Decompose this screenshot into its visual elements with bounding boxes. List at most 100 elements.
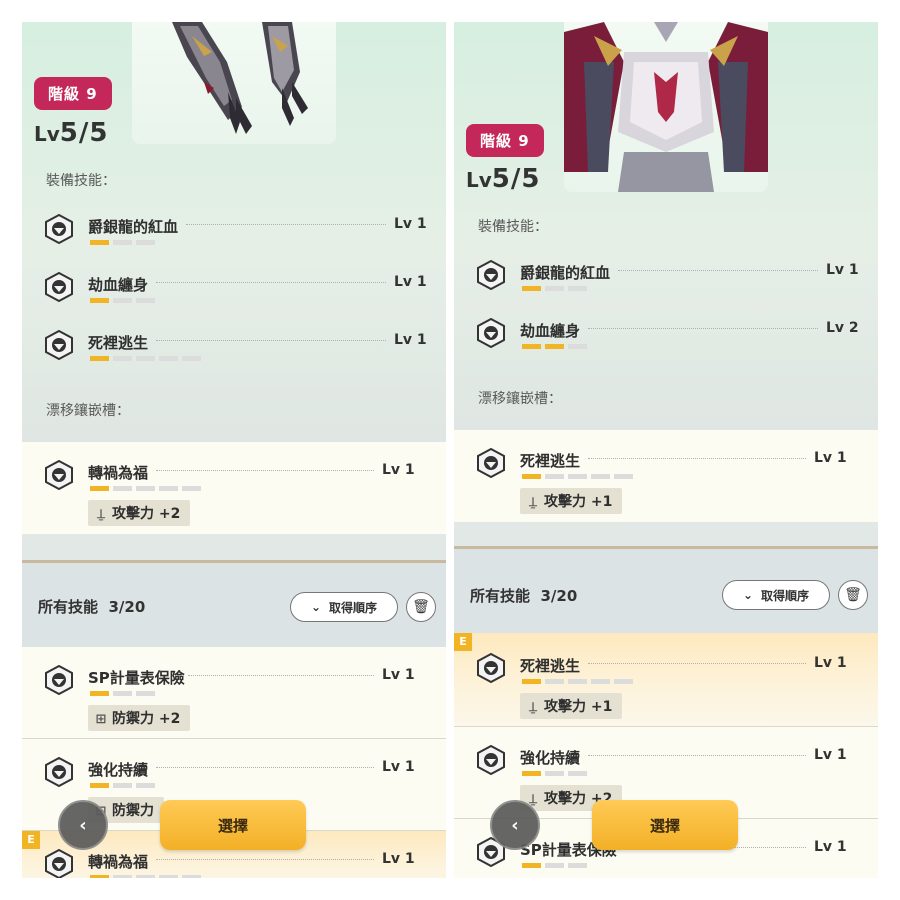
skill-emblem-icon (477, 745, 505, 775)
leader-dots (156, 282, 386, 283)
skill-emblem-icon (45, 665, 73, 695)
sort-order-button[interactable]: ⌄ 取得順序 (290, 592, 398, 622)
leader-dots (156, 340, 386, 341)
all-skills-label: 所有技能 (470, 587, 531, 605)
bonus-text: 防禦力 (112, 803, 154, 819)
skill-row: SP計量表保險 Lv 1 (22, 663, 446, 719)
skill-row: 死裡逃生 Lv 1 (454, 651, 878, 707)
level-prefix: Lv (466, 168, 492, 192)
level-value: 5/5 (491, 164, 541, 194)
back-button[interactable]: ‹ (490, 800, 540, 850)
skill-level: Lv 1 (382, 462, 415, 478)
trash-icon: 🗑 (412, 599, 430, 615)
equipped-badge: E (454, 633, 472, 651)
skill-level-bars (522, 474, 633, 479)
skill-level-bars (90, 356, 201, 361)
level-prefix: Lv (34, 122, 60, 146)
equipment-image-armor (564, 22, 768, 192)
stat-bonus-chip: ⍊ 攻擊力 +1 (520, 488, 623, 514)
skill-name: 轉禍為福 (88, 464, 149, 482)
leader-dots (618, 270, 818, 271)
delete-button[interactable]: 🗑 (406, 592, 436, 622)
skill-emblem-icon (45, 214, 73, 244)
leader-dots (156, 767, 374, 768)
sword-icon: ⍊ (529, 495, 537, 510)
skill-emblem-icon (45, 757, 73, 787)
skill-emblem-icon (45, 330, 73, 360)
skill-emblem-icon (45, 460, 73, 490)
bonus-text: 攻擊力 +1 (544, 699, 613, 715)
skill-level: Lv 1 (382, 667, 415, 683)
leader-dots (588, 458, 806, 459)
equip-skill-row[interactable]: 爵銀龍的紅血 Lv 1 (454, 258, 878, 314)
skill-name: 轉禍為福 (88, 853, 149, 871)
skill-level-bars (90, 486, 201, 491)
skill-level-bars (522, 344, 587, 349)
skill-list-item-equipped[interactable]: E 死裡逃生 Lv 1 ⍊ 攻擊力 +1 (454, 633, 878, 727)
delete-button[interactable]: 🗑 (838, 580, 868, 610)
skill-row: 強化持續 Lv 1 (454, 743, 878, 799)
equipment-image-gauntlets (132, 22, 336, 144)
drift-skill-row[interactable]: 死裡逃生 Lv 1 (454, 446, 878, 502)
drift-slot-section: 轉禍為福 Lv 1 ⍊ 攻擊力 +2 (22, 442, 446, 534)
skill-name: 劫血纏身 (520, 322, 581, 340)
leader-dots (588, 663, 806, 664)
stat-bonus-chip: ⍊ 攻擊力 +1 (520, 693, 623, 719)
skill-level: Lv 1 (814, 450, 847, 466)
chevron-down-icon: ⌄ (310, 600, 322, 614)
skill-level: Lv 1 (394, 216, 427, 232)
leader-dots (186, 224, 386, 225)
skill-level-bars (90, 691, 155, 696)
skill-level: Lv 1 (814, 839, 847, 855)
skill-emblem-icon (477, 318, 505, 348)
skill-name: 爵銀龍的紅血 (88, 218, 179, 236)
skill-level-bars (90, 783, 155, 788)
select-button[interactable]: 選擇 (592, 800, 738, 850)
skill-level: Lv 1 (394, 274, 427, 290)
drift-skill-row[interactable]: 轉禍為福 Lv 1 (22, 458, 446, 514)
all-skills-header: 所有技能 3/20 ⌄ 取得順序 🗑 (454, 549, 878, 633)
shield-icon: ⊞ (95, 712, 107, 727)
equip-skills-label: 裝備技能： (478, 219, 548, 235)
equipment-header: 階級 9 Lv5/5 裝備技能： 爵銀龍的紅血 Lv 1 劫血纏身 Lv 1 死… (22, 22, 446, 442)
back-button[interactable]: ‹ (58, 800, 108, 850)
sort-order-button[interactable]: ⌄ 取得順序 (722, 580, 830, 610)
skill-level-bars (522, 771, 587, 776)
drift-slot-section: 死裡逃生 Lv 1 ⍊ 攻擊力 +1 (454, 430, 878, 522)
all-skills-title: 所有技能 3/20 (470, 585, 577, 606)
skill-emblem-icon (477, 260, 505, 290)
level-value: 5/5 (59, 118, 109, 148)
leader-dots (156, 859, 374, 860)
equipment-panel-right: 階級 9 Lv5/5 裝備技能： 爵銀龍的紅血 Lv 1 劫血纏身 Lv 2 漂… (454, 22, 878, 878)
skill-level-bars (90, 875, 201, 878)
all-skills-label: 所有技能 (38, 598, 99, 616)
skill-name: 強化持續 (88, 761, 149, 779)
skill-name: 死裡逃生 (88, 334, 149, 352)
equipment-panel-left: 階級 9 Lv5/5 裝備技能： 爵銀龍的紅血 Lv 1 劫血纏身 Lv 1 死… (22, 22, 446, 878)
stat-bonus-chip: ⊞ 防禦力 +2 (88, 705, 191, 731)
drift-slot-label: 漂移鑲嵌槽： (46, 403, 130, 419)
skill-name: 死裡逃生 (520, 452, 581, 470)
skill-emblem-icon (45, 849, 73, 878)
skill-level-bars (522, 863, 587, 868)
skill-level: Lv 1 (382, 759, 415, 775)
equip-skill-row[interactable]: 死裡逃生 Lv 1 (22, 328, 446, 384)
skill-level-bars (90, 298, 155, 303)
equip-skill-row[interactable]: 劫血纏身 Lv 1 (22, 270, 446, 326)
equip-skill-row[interactable]: 爵銀龍的紅血 Lv 1 (22, 212, 446, 268)
bonus-text: 攻擊力 +1 (544, 494, 613, 510)
stat-bonus-chip: ⍊ 攻擊力 +2 (88, 500, 191, 526)
skill-list-item[interactable]: SP計量表保險 Lv 1 ⊞ 防禦力 +2 (22, 647, 446, 739)
divider-band (454, 522, 878, 546)
leader-dots (588, 755, 806, 756)
chevron-down-icon: ⌄ (742, 588, 754, 602)
divider-band (22, 534, 446, 560)
rank-badge: 階級 9 (466, 124, 544, 157)
drift-slot-label: 漂移鑲嵌槽： (478, 391, 562, 407)
chevron-left-icon: ‹ (511, 814, 519, 836)
skill-level-bars (90, 240, 155, 245)
leader-dots (188, 675, 374, 676)
all-skills-count: 3/20 (108, 598, 146, 616)
select-button[interactable]: 選擇 (160, 800, 306, 850)
equip-skill-row[interactable]: 劫血纏身 Lv 2 (454, 316, 878, 372)
